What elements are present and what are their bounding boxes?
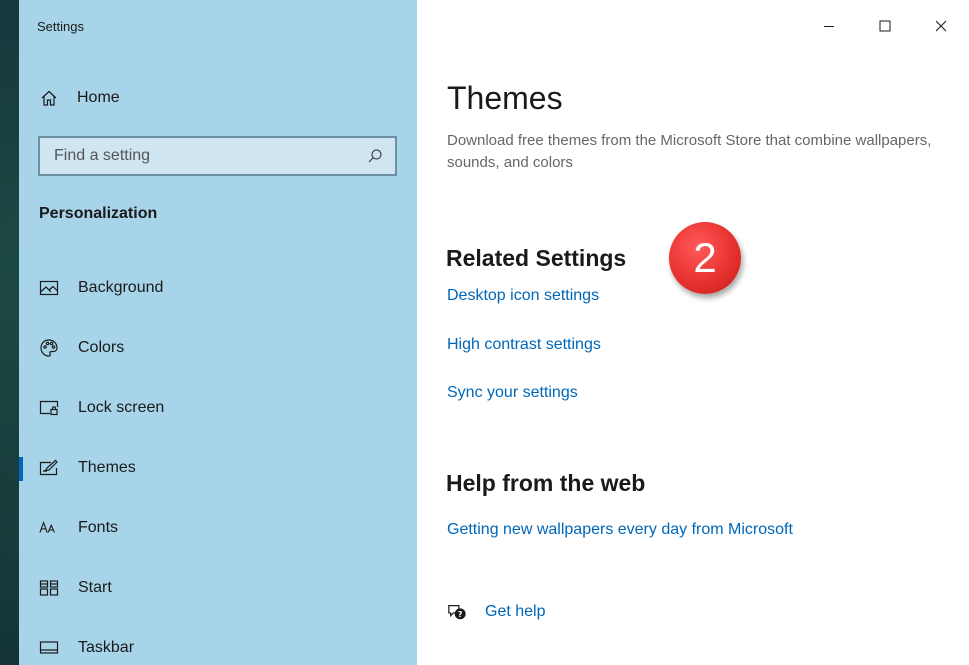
fonts-icon: [39, 518, 59, 538]
start-icon: [39, 578, 59, 598]
sidebar-item-label: Background: [78, 279, 164, 296]
sidebar-item-label: Themes: [78, 459, 136, 476]
sidebar-item-start[interactable]: Start: [19, 558, 417, 618]
minimize-button[interactable]: [801, 0, 857, 56]
sidebar-item-fonts[interactable]: Fonts: [19, 498, 417, 558]
sidebar-item-lock-screen[interactable]: Lock screen: [19, 378, 417, 438]
minimize-icon: [823, 19, 835, 37]
page-description: Download free themes from the Microsoft …: [447, 132, 932, 171]
sidebar-item-label: Start: [78, 579, 112, 596]
window-title: Settings: [37, 19, 84, 34]
taskbar-icon: [39, 638, 59, 658]
settings-window: Settings Home Personalization: [19, 0, 969, 665]
sidebar-item-label: Colors: [78, 339, 125, 356]
page-title: Themes: [447, 80, 563, 116]
maximize-button[interactable]: [857, 0, 913, 56]
sync-settings-link[interactable]: Sync your settings: [447, 384, 578, 402]
main-content: Themes Download free themes from the Mic…: [417, 0, 969, 665]
window-controls: [801, 0, 969, 56]
wallpapers-help-link[interactable]: Getting new wallpapers every day from Mi…: [447, 521, 793, 539]
sidebar-nav: Background Colors Lock screen Themes Fon…: [19, 258, 417, 665]
sidebar-item-background[interactable]: Background: [19, 258, 417, 318]
background-icon: [39, 278, 59, 298]
close-button[interactable]: [913, 0, 969, 56]
svg-text:?: ?: [458, 609, 463, 619]
sidebar-item-taskbar[interactable]: Taskbar: [19, 618, 417, 665]
sidebar-item-label: Lock screen: [78, 399, 165, 416]
palette-icon: [39, 338, 59, 358]
high-contrast-settings-link[interactable]: High contrast settings: [447, 336, 601, 354]
search-box[interactable]: [38, 136, 397, 176]
sidebar-item-themes[interactable]: Themes: [19, 438, 417, 498]
search-icon[interactable]: [365, 146, 385, 166]
sidebar-item-label: Taskbar: [78, 639, 135, 656]
close-icon: [935, 19, 947, 37]
home-label: Home: [77, 89, 120, 106]
sidebar: Settings Home Personalization: [19, 0, 417, 665]
search-input[interactable]: [54, 147, 354, 165]
sidebar-item-label: Fonts: [78, 519, 119, 536]
home-icon: [39, 88, 59, 108]
help-heading: Help from the web: [446, 470, 646, 496]
related-settings-heading: Related Settings: [446, 245, 627, 271]
get-help[interactable]: ? Get help: [447, 602, 545, 622]
lock-screen-icon: [39, 398, 59, 418]
themes-icon: [39, 458, 59, 478]
maximize-icon: [879, 19, 891, 37]
desktop-icon-settings-link[interactable]: Desktop icon settings: [447, 287, 599, 305]
get-help-icon: ?: [447, 602, 467, 622]
step-number-badge: 2: [669, 222, 741, 294]
section-title: Personalization: [39, 205, 158, 222]
get-help-link[interactable]: Get help: [485, 603, 545, 621]
sidebar-item-colors[interactable]: Colors: [19, 318, 417, 378]
home-nav-item[interactable]: Home: [39, 86, 120, 110]
